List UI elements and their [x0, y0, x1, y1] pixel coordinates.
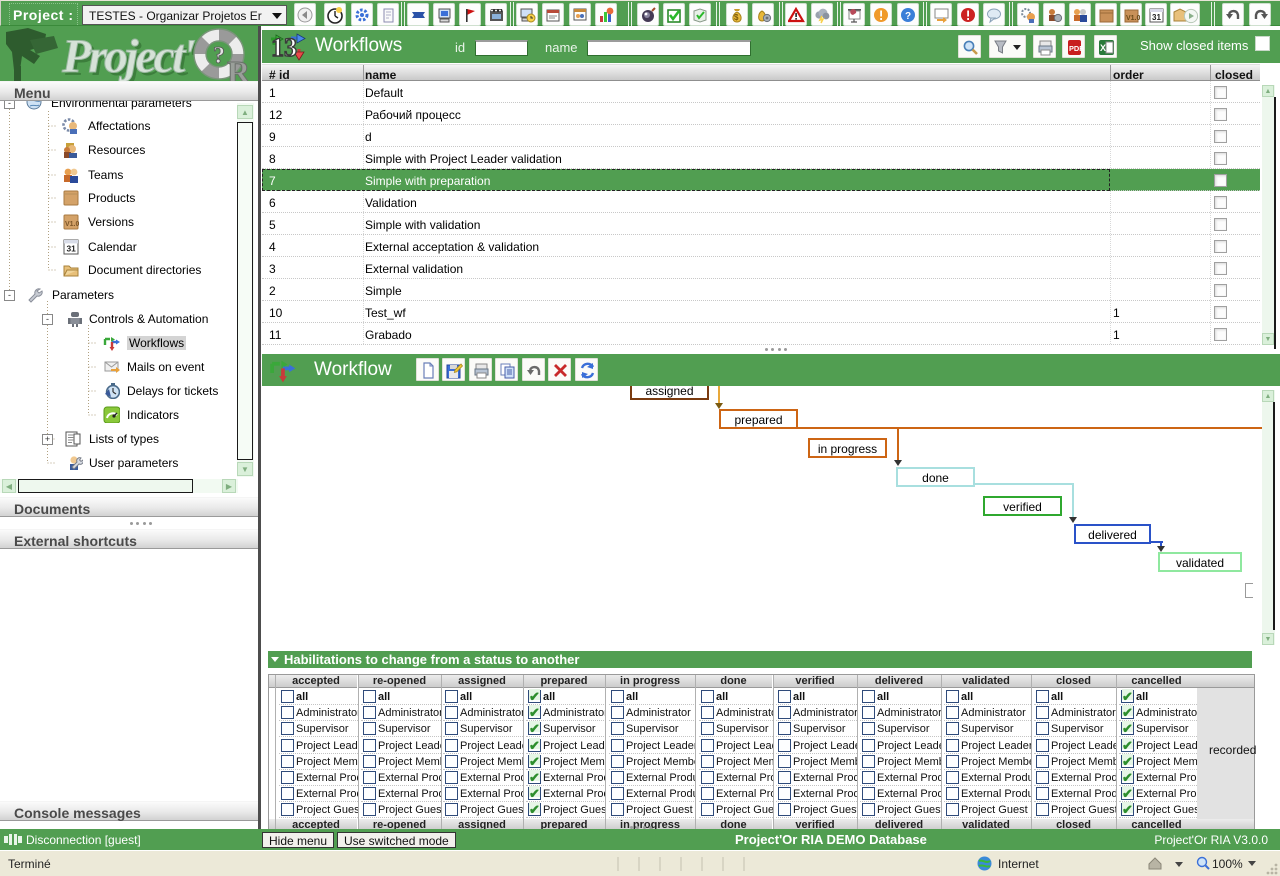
- svg-text:?: ?: [213, 43, 225, 69]
- svg-text:Project': Project': [61, 30, 195, 81]
- svg-text:$: $: [734, 13, 739, 22]
- svg-text:X: X: [1100, 43, 1106, 53]
- svg-text:PDF: PDF: [1069, 44, 1083, 53]
- svg-text:V1.0: V1.0: [1126, 15, 1140, 22]
- svg-text:V1.0: V1.0: [65, 221, 79, 228]
- svg-text:?: ?: [905, 11, 911, 22]
- svg-text:13: 13: [271, 33, 297, 61]
- svg-text:31: 31: [1152, 13, 1161, 22]
- svg-text:31: 31: [67, 244, 77, 254]
- svg-text:R: R: [227, 54, 251, 81]
